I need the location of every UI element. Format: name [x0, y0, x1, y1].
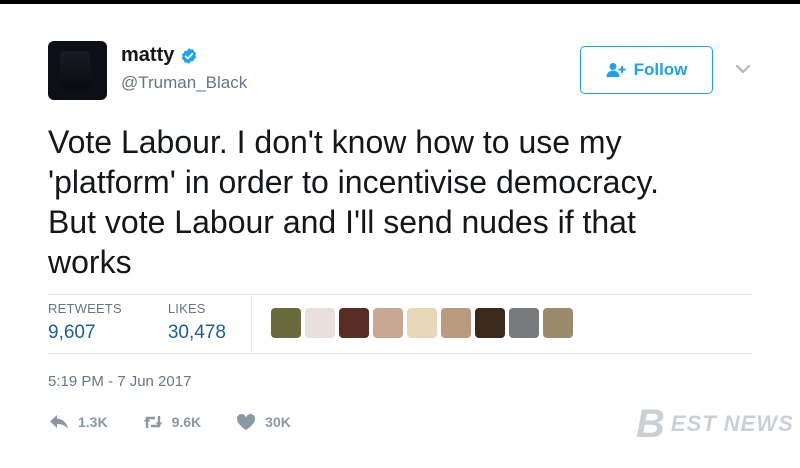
- follow-button-label: Follow: [633, 60, 688, 79]
- display-name[interactable]: matty: [121, 44, 174, 67]
- liker-avatar[interactable]: [339, 308, 369, 338]
- tweet-line: But vote Labour and I'll send nudes if t…: [48, 204, 636, 240]
- tweet-line: Vote Labour. I don't know how to use my: [48, 124, 622, 160]
- watermark-text: EST NEWS: [670, 411, 794, 436]
- reply-count: 1.3K: [78, 414, 108, 430]
- retweet-count: 9.6K: [171, 414, 202, 430]
- tweet-text: Vote Labour. I don't know how to use my …: [48, 122, 768, 282]
- liker-avatar[interactable]: [407, 308, 437, 338]
- likes-label: LIKES: [167, 301, 206, 316]
- top-border: [0, 0, 800, 4]
- retweet-icon: [143, 416, 163, 428]
- liker-avatars: [271, 308, 573, 338]
- tweet-timestamp[interactable]: 5:19 PM - 7 Jun 2017: [48, 373, 191, 390]
- chevron-down-icon[interactable]: [735, 62, 751, 76]
- like-count: 30K: [265, 414, 291, 430]
- like-button[interactable]: 30K: [235, 413, 291, 431]
- reply-icon: [50, 415, 68, 429]
- liker-avatar[interactable]: [475, 308, 505, 338]
- likes-count: 30,478: [167, 322, 226, 343]
- reply-button[interactable]: 1.3K: [48, 413, 108, 431]
- liker-avatar[interactable]: [509, 308, 539, 338]
- divider: [48, 353, 752, 354]
- tweet-stats: RETWEETS 9,607 LIKES 30,478: [48, 301, 246, 344]
- liker-avatar[interactable]: [271, 308, 301, 338]
- divider: [48, 294, 752, 295]
- liker-avatar[interactable]: [441, 308, 471, 338]
- liker-avatar[interactable]: [373, 308, 403, 338]
- watermark: B EST NEWS: [636, 404, 794, 444]
- retweets-label: RETWEETS: [48, 301, 122, 316]
- retweets-stat[interactable]: RETWEETS 9,607: [48, 301, 122, 344]
- verified-badge-icon: [180, 47, 198, 65]
- likes-stat[interactable]: LIKES 30,478: [168, 301, 226, 344]
- stats-separator: [251, 296, 252, 352]
- retweets-count: 9,607: [48, 322, 96, 343]
- user-handle[interactable]: @Truman_Black: [121, 73, 247, 93]
- tweet-line: works: [48, 244, 132, 280]
- tweet-actions: 1.3K 9.6K 30K: [48, 413, 325, 431]
- liker-avatar[interactable]: [543, 308, 573, 338]
- tweet-line: 'platform' in order to incentivise democ…: [48, 164, 659, 200]
- retweet-button[interactable]: 9.6K: [142, 413, 202, 431]
- avatar[interactable]: [48, 41, 107, 100]
- watermark-logo: B: [636, 402, 665, 446]
- heart-icon: [237, 413, 256, 430]
- user-name-row: matty: [121, 44, 198, 67]
- add-user-icon: [606, 63, 626, 77]
- liker-avatar[interactable]: [305, 308, 335, 338]
- follow-button[interactable]: Follow: [580, 46, 713, 94]
